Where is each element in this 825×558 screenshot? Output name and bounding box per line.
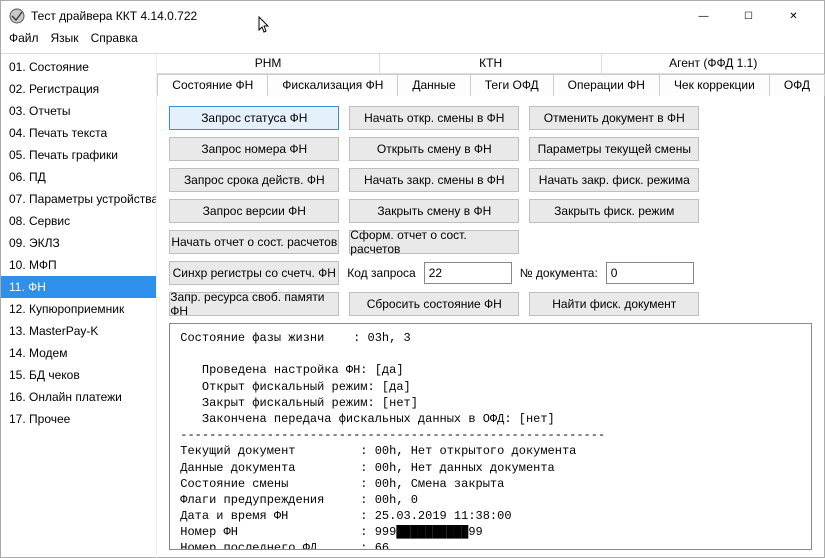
tab-0[interactable]: Состояние ФН <box>157 74 268 96</box>
sidebar-item-8[interactable]: 09. ЭКЛЗ <box>1 232 156 254</box>
status-log[interactable]: Состояние фазы жизни : 03h, 3 Проведена … <box>169 323 812 550</box>
app-icon <box>9 8 25 24</box>
sidebar-item-9[interactable]: 10. МФП <box>1 254 156 276</box>
start-close-fiscal-button[interactable]: Начать закр. фиск. режима <box>529 168 699 192</box>
close-shift-button[interactable]: Закрыть смену в ФН <box>349 199 519 223</box>
sidebar-item-16[interactable]: 17. Прочее <box>1 408 156 430</box>
sidebar-item-0[interactable]: 01. Состояние <box>1 56 156 78</box>
tabs: Состояние ФНФискализация ФНДанныеТеги ОФ… <box>157 74 824 96</box>
cancel-doc-button[interactable]: Отменить документ в ФН <box>529 106 699 130</box>
start-open-shift-button[interactable]: Начать откр. смены в ФН <box>349 106 519 130</box>
maximize-button[interactable]: ☐ <box>726 1 771 31</box>
tab-4[interactable]: Операции ФН <box>553 74 660 96</box>
sidebar-item-2[interactable]: 03. Отчеты <box>1 100 156 122</box>
start-calc-report-button[interactable]: Начать отчет о сост. расчетов <box>169 230 339 254</box>
menubar: Файл Язык Справка <box>1 31 824 51</box>
tab-5[interactable]: Чек коррекции <box>659 74 770 96</box>
sidebar-item-12[interactable]: 13. MasterPay-K <box>1 320 156 342</box>
free-memory-button[interactable]: Запр. ресурса своб. памяти ФН <box>169 292 339 316</box>
sidebar-item-15[interactable]: 16. Онлайн платежи <box>1 386 156 408</box>
sidebar: 01. Состояние02. Регистрация03. Отчеты04… <box>1 54 157 558</box>
doc-number-label: № документа: <box>520 266 598 280</box>
request-status-button[interactable]: Запрос статуса ФН <box>169 106 339 130</box>
open-shift-button[interactable]: Открыть смену в ФН <box>349 137 519 161</box>
sync-registers-button[interactable]: Синхр регистры со счетч. ФН <box>169 261 339 285</box>
header-rnm: РНМ <box>157 54 380 73</box>
window-title: Тест драйвера ККТ 4.14.0.722 <box>31 9 681 23</box>
sidebar-item-6[interactable]: 07. Параметры устройства <box>1 188 156 210</box>
request-validity-button[interactable]: Запрос срока действ. ФН <box>169 168 339 192</box>
sidebar-item-10[interactable]: 11. ФН <box>1 276 156 298</box>
current-shift-params-button[interactable]: Параметры текущей смены <box>529 137 699 161</box>
sidebar-item-1[interactable]: 02. Регистрация <box>1 78 156 100</box>
reset-state-button[interactable]: Сбросить состояние ФН <box>349 292 519 316</box>
menu-language[interactable]: Язык <box>51 31 79 51</box>
header-agent: Агент (ФФД 1.1) <box>602 54 824 73</box>
tab-6[interactable]: ОФД <box>769 74 825 96</box>
close-fiscal-button[interactable]: Закрыть фиск. режим <box>529 199 699 223</box>
request-version-button[interactable]: Запрос версии ФН <box>169 199 339 223</box>
minimize-button[interactable]: — <box>681 1 726 31</box>
doc-number-input[interactable] <box>606 262 694 284</box>
close-button[interactable]: ✕ <box>771 1 816 31</box>
find-fiscal-doc-button[interactable]: Найти фиск. документ <box>529 292 699 316</box>
sidebar-item-5[interactable]: 06. ПД <box>1 166 156 188</box>
header-ktn: КТН <box>380 54 603 73</box>
menu-file[interactable]: Файл <box>9 31 39 51</box>
tab-3[interactable]: Теги ОФД <box>470 74 554 96</box>
form-calc-report-button[interactable]: Сформ. отчет о сост. расчетов <box>349 230 519 254</box>
start-close-shift-button[interactable]: Начать закр. смены в ФН <box>349 168 519 192</box>
request-code-input[interactable] <box>424 262 512 284</box>
tab-1[interactable]: Фискализация ФН <box>267 74 398 96</box>
menu-help[interactable]: Справка <box>91 31 138 51</box>
request-number-button[interactable]: Запрос номера ФН <box>169 137 339 161</box>
sidebar-item-14[interactable]: 15. БД чеков <box>1 364 156 386</box>
sidebar-item-11[interactable]: 12. Купюроприемник <box>1 298 156 320</box>
titlebar: Тест драйвера ККТ 4.14.0.722 — ☐ ✕ <box>1 1 824 31</box>
sidebar-item-3[interactable]: 04. Печать текста <box>1 122 156 144</box>
request-code-label: Код запроса <box>347 266 415 280</box>
tab-2[interactable]: Данные <box>397 74 470 96</box>
header-groups: РНМ КТН Агент (ФФД 1.1) <box>157 54 824 74</box>
sidebar-item-13[interactable]: 14. Модем <box>1 342 156 364</box>
sidebar-item-4[interactable]: 05. Печать графики <box>1 144 156 166</box>
sidebar-item-7[interactable]: 08. Сервис <box>1 210 156 232</box>
